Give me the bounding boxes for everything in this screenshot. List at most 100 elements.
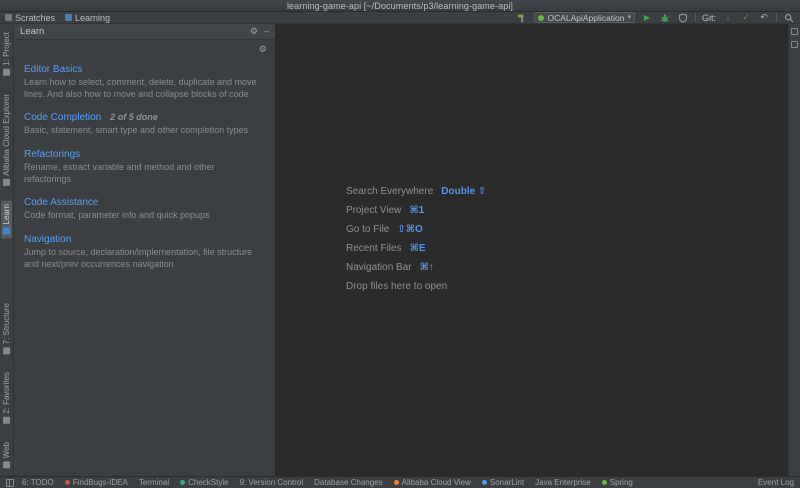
status-item-alibaba-cloud[interactable]: Alibaba Cloud View xyxy=(394,478,471,487)
status-dot xyxy=(482,480,487,485)
main-toolbar: Scratches Learning OCALApiApplication ▾ … xyxy=(0,12,800,24)
status-item-label: Java Enterprise xyxy=(535,478,591,487)
left-stripe-bottom: 7: Structure 2: Favorites Web xyxy=(1,299,12,472)
status-item-spring[interactable]: Spring xyxy=(602,478,633,487)
status-item-java-enterprise[interactable]: Java Enterprise xyxy=(535,478,591,487)
breadcrumb-learning[interactable]: Learning xyxy=(65,13,110,23)
tool-button-learn[interactable]: Learn xyxy=(1,200,12,238)
tool-button-web[interactable]: Web xyxy=(1,438,12,472)
lesson-link-code-assistance[interactable]: Code Assistance xyxy=(24,197,99,208)
run-configuration-select[interactable]: OCALApiApplication ▾ xyxy=(534,12,635,23)
learn-panel-toolbar: ⚙ xyxy=(14,40,275,58)
tool-window-button-icon[interactable] xyxy=(791,28,798,35)
shortcut-keys: ⌘E xyxy=(410,243,426,254)
revert-icon[interactable]: ↶ xyxy=(758,12,770,23)
status-dot xyxy=(394,480,399,485)
tool-button-label: Learn xyxy=(2,204,11,224)
run-button[interactable]: ▶ xyxy=(641,12,653,23)
status-item-label: CheckStyle xyxy=(188,478,228,487)
tool-button-alibaba-cloud-explorer[interactable]: Alibaba Cloud Explorer xyxy=(1,90,12,190)
editor-area[interactable]: Search Everywhere Double ⇧ Project View ⌘1… xyxy=(276,24,788,476)
lesson-item: Code Assistance Code format, parameter i… xyxy=(24,197,265,222)
shortcut-keys: ⌘1 xyxy=(409,205,424,216)
lesson-link-editor-basics[interactable]: Editor Basics xyxy=(24,64,82,75)
shortcut-label: Search Everywhere xyxy=(346,186,433,197)
tool-window-switcher-icon[interactable] xyxy=(6,479,14,487)
lesson-description: Jump to source, declaration/implementati… xyxy=(24,247,262,270)
structure-icon xyxy=(3,347,10,354)
learn-icon xyxy=(3,227,10,234)
main-area: 1: Project Alibaba Cloud Explorer Learn … xyxy=(0,24,800,476)
status-item-checkstyle[interactable]: CheckStyle xyxy=(180,478,228,487)
status-item-sonarlint[interactable]: SonarLint xyxy=(482,478,524,487)
shortcut-hint: Recent Files ⌘E xyxy=(346,239,486,258)
tool-button-label: Alibaba Cloud Explorer xyxy=(2,94,11,176)
toolbar-separator xyxy=(776,13,777,22)
lesson-progress: 2 of 5 done xyxy=(110,112,158,122)
cloud-icon xyxy=(3,179,10,186)
debug-button[interactable] xyxy=(659,12,671,23)
breadcrumb-label: Scratches xyxy=(15,13,55,23)
lesson-link-code-completion[interactable]: Code Completion xyxy=(24,112,101,123)
learn-panel-header: Learn ⚙ – xyxy=(14,24,275,40)
tool-button-label: 1: Project xyxy=(2,32,11,66)
lesson-item: Refactorings Rename, extract variable an… xyxy=(24,149,265,185)
lesson-link-navigation[interactable]: Navigation xyxy=(24,234,71,245)
status-item-label: Database Changes xyxy=(314,478,383,487)
git-update-icon[interactable]: ↓ xyxy=(722,12,734,23)
build-hammer-icon[interactable] xyxy=(516,12,528,23)
lesson-description: Learn how to select, comment, delete, du… xyxy=(24,77,262,100)
shortcut-label: Recent Files xyxy=(346,243,402,254)
status-item-label: Spring xyxy=(610,478,633,487)
star-icon xyxy=(3,417,10,424)
lesson-link-refactorings[interactable]: Refactorings xyxy=(24,149,80,160)
breadcrumb-label: Learning xyxy=(75,13,110,23)
drop-files-hint: Drop files here to open xyxy=(346,277,486,296)
learning-module-icon xyxy=(65,14,72,21)
panel-header-actions: ⚙ – xyxy=(250,27,269,36)
status-item-database-changes[interactable]: Database Changes xyxy=(314,478,383,487)
status-item-label: Alibaba Cloud View xyxy=(402,478,471,487)
empty-editor-hints: Search Everywhere Double ⇧ Project View ⌘1… xyxy=(346,182,486,296)
commit-check-icon[interactable]: ✓ xyxy=(740,12,752,23)
shortcut-label: Project View xyxy=(346,205,401,216)
status-bar: 6: TODO FindBugs-IDEA Terminal CheckStyl… xyxy=(0,476,800,488)
tool-button-favorites[interactable]: 2: Favorites xyxy=(1,368,12,428)
shortcut-hint: Project View ⌘1 xyxy=(346,201,486,220)
lesson-description: Code format, parameter info and quick po… xyxy=(24,210,262,222)
learn-tool-window: Learn ⚙ – ⚙ Editor Basics Learn how to s… xyxy=(14,24,276,476)
tool-button-project[interactable]: 1: Project xyxy=(1,28,12,80)
breadcrumb-scratches[interactable]: Scratches xyxy=(5,13,55,23)
event-log-button[interactable]: Event Log xyxy=(758,478,794,487)
globe-icon xyxy=(3,461,10,468)
run-configuration-name: OCALApiApplication xyxy=(547,13,624,23)
shortcut-keys: ⇧⌘O xyxy=(397,224,422,235)
status-dot xyxy=(602,480,607,485)
status-item-findbugs[interactable]: FindBugs-IDEA xyxy=(65,478,128,487)
hide-panel-icon[interactable]: – xyxy=(264,27,269,36)
gear-icon[interactable]: ⚙ xyxy=(250,27,258,36)
search-everywhere-icon[interactable] xyxy=(783,12,795,23)
status-item-terminal[interactable]: Terminal xyxy=(139,478,169,487)
tool-button-label: Web xyxy=(2,442,11,458)
shortcut-label: Drop files here to open xyxy=(346,281,447,292)
tool-button-label: 7: Structure xyxy=(2,303,11,344)
status-dot xyxy=(65,480,70,485)
spring-boot-icon xyxy=(538,15,544,21)
status-item-todo[interactable]: 6: TODO xyxy=(22,478,54,487)
lesson-item: Code Completion 2 of 5 done Basic, state… xyxy=(24,112,265,137)
tool-window-button-icon[interactable] xyxy=(791,41,798,48)
status-item-version-control[interactable]: 9: Version Control xyxy=(240,478,304,487)
shortcut-label: Go to File xyxy=(346,224,389,235)
tool-button-structure[interactable]: 7: Structure xyxy=(1,299,12,358)
shortcut-keys: Double ⇧ xyxy=(441,186,486,197)
coverage-button[interactable] xyxy=(677,12,689,23)
gear-icon[interactable]: ⚙ xyxy=(259,45,267,54)
toolbar-actions: OCALApiApplication ▾ ▶ Git: ↓ ✓ ↶ xyxy=(516,12,795,23)
learn-panel-title: Learn xyxy=(20,26,44,37)
shortcut-hint: Go to File ⇧⌘O xyxy=(346,220,486,239)
tool-button-label: 2: Favorites xyxy=(2,372,11,414)
toolbar-separator xyxy=(695,13,696,22)
lesson-item: Editor Basics Learn how to select, comme… xyxy=(24,64,265,100)
window-title: learning-game-api [~/Documents/p3/learni… xyxy=(287,1,513,11)
